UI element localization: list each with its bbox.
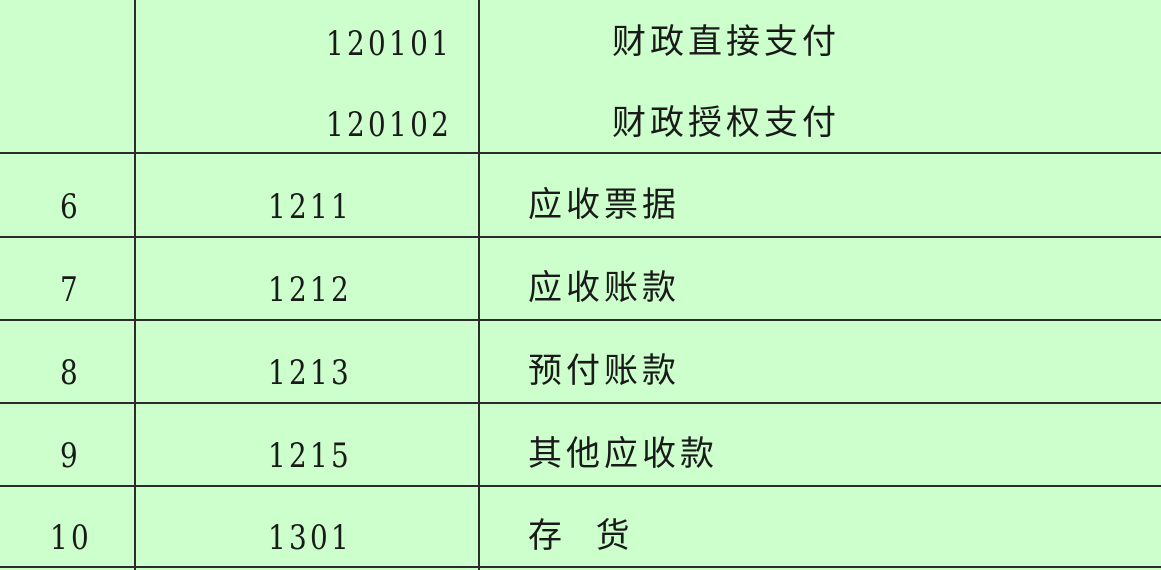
account-code: 1215 xyxy=(268,436,353,476)
account-name: 应收账款 xyxy=(528,268,680,308)
sub-account-name: 财政直接支付 xyxy=(612,22,840,62)
row-index: 6 xyxy=(60,187,82,227)
sub-account-name: 财政授权支付 xyxy=(612,103,840,143)
row-index: 10 xyxy=(50,518,93,558)
account-name: 其他应收款 xyxy=(528,434,718,474)
account-name: 存 货 xyxy=(528,516,634,556)
row-index: 9 xyxy=(60,436,82,476)
account-code: 1213 xyxy=(268,353,353,393)
row-index: 7 xyxy=(60,270,82,310)
sub-account-code: 120102 xyxy=(326,105,453,145)
row-divider xyxy=(0,152,1161,154)
account-name: 预付账款 xyxy=(528,351,680,391)
account-code-table: 120101 财政直接支付 120102 财政授权支付 6 1211 应收票据 … xyxy=(0,0,1161,570)
row-divider xyxy=(0,485,1161,487)
account-code: 1212 xyxy=(268,270,353,310)
account-name: 应收票据 xyxy=(528,185,680,225)
account-code: 1211 xyxy=(268,187,353,227)
row-divider xyxy=(0,319,1161,321)
row-divider xyxy=(0,402,1161,404)
account-code: 1301 xyxy=(268,518,353,558)
row-divider xyxy=(0,236,1161,238)
sub-account-code: 120101 xyxy=(326,24,453,64)
row-index: 8 xyxy=(60,353,82,393)
row-divider xyxy=(0,566,1161,568)
